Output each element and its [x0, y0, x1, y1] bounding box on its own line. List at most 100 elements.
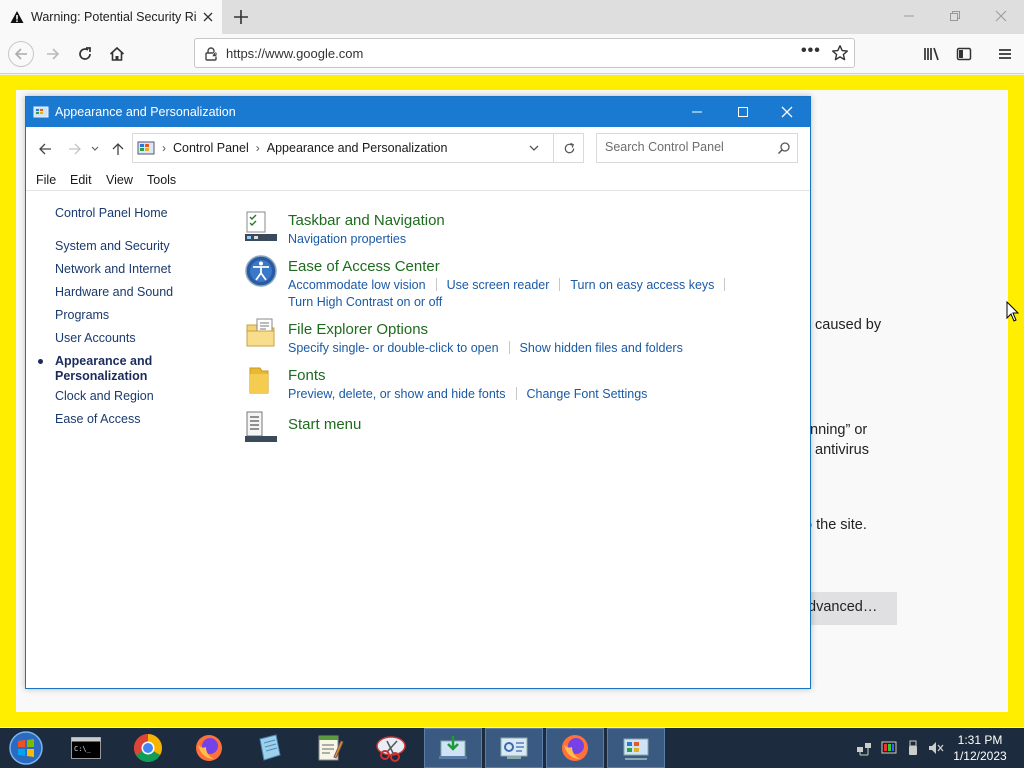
refresh-button[interactable]: [553, 134, 584, 162]
arrow-left-icon: [14, 48, 27, 60]
network-icon[interactable]: [856, 740, 872, 756]
nav-user-accounts[interactable]: User Accounts: [55, 331, 136, 346]
taskbar-chrome[interactable]: [119, 728, 177, 768]
link-navigation-properties[interactable]: Navigation properties: [288, 232, 406, 246]
link-easy-access-keys[interactable]: Turn on easy access keys: [570, 278, 714, 292]
url-bar[interactable]: https://www.google.com •••: [194, 38, 855, 68]
control-panel-window: Appearance and Personalization › Control…: [25, 96, 811, 689]
taskbar-cmd[interactable]: C:\_: [57, 728, 115, 768]
category-links: Preview, delete, or show and hide fonts C…: [288, 386, 788, 403]
menu-tools[interactable]: Tools: [147, 173, 176, 187]
chevron-down-icon: [91, 146, 99, 151]
search-input[interactable]: [605, 140, 765, 154]
forward-button[interactable]: [41, 42, 65, 66]
nav-appearance-line2[interactable]: Personalization: [55, 369, 147, 384]
library-button[interactable]: [920, 42, 944, 66]
start-button-icon[interactable]: [6, 730, 46, 766]
advanced-button[interactable]: dvanced…: [796, 592, 897, 625]
nav-network-internet[interactable]: Network and Internet: [55, 262, 171, 277]
new-tab-button[interactable]: [228, 5, 254, 29]
nav-system-security[interactable]: System and Security: [55, 239, 170, 254]
breadcrumb-separator-icon[interactable]: ›: [162, 141, 166, 155]
link-change-font-settings[interactable]: Change Font Settings: [527, 387, 648, 401]
bookmark-star-icon[interactable]: [831, 44, 849, 62]
link-screen-reader[interactable]: Use screen reader: [447, 278, 550, 292]
window-titlebar[interactable]: Appearance and Personalization: [26, 97, 810, 127]
nav-hardware-sound[interactable]: Hardware and Sound: [55, 285, 173, 300]
category-title[interactable]: File Explorer Options: [288, 321, 428, 338]
chevron-down-icon[interactable]: [527, 141, 541, 155]
control-panel-icon: [137, 141, 155, 155]
nav-programs[interactable]: Programs: [55, 308, 109, 323]
link-show-hidden-files[interactable]: Show hidden files and folders: [520, 341, 683, 355]
link-preview-fonts[interactable]: Preview, delete, or show and hide fonts: [288, 387, 506, 401]
home-button[interactable]: [105, 42, 129, 66]
taskbar-firefox-active[interactable]: [546, 728, 604, 768]
category-title[interactable]: Fonts: [288, 367, 326, 384]
taskbar-snipping-tool[interactable]: [362, 728, 420, 768]
address-bar[interactable]: › Control Panel › Appearance and Persona…: [132, 133, 584, 163]
breadcrumb-separator-icon[interactable]: ›: [256, 141, 260, 155]
close-tab-icon[interactable]: [200, 9, 216, 25]
category-title[interactable]: Start menu: [288, 416, 361, 433]
taskbar-downloader[interactable]: [424, 728, 482, 768]
recent-locations-button[interactable]: [90, 141, 100, 157]
system-clock[interactable]: 1:31 PM 1/12/2023: [946, 732, 1014, 764]
breadcrumb-appearance[interactable]: Appearance and Personalization: [267, 141, 448, 155]
menu-button[interactable]: [993, 42, 1017, 66]
close-button[interactable]: [764, 97, 810, 127]
taskbar-firefox[interactable]: [180, 728, 238, 768]
home-icon: [109, 46, 125, 61]
link-separator: [724, 278, 726, 291]
minimize-button[interactable]: [674, 97, 720, 127]
display-color-icon[interactable]: [881, 740, 897, 756]
taskbar: C:\_ 1:31 PM 1/12/2023: [0, 728, 1024, 768]
page-actions-icon[interactable]: •••: [801, 43, 821, 61]
browser-minimize-button[interactable]: [899, 6, 919, 26]
folder-options-icon: [246, 318, 275, 347]
maximize-button[interactable]: [720, 97, 766, 127]
browser-restore-button[interactable]: [945, 6, 965, 26]
breadcrumb-control-panel[interactable]: Control Panel: [173, 141, 249, 155]
nav-control-panel-home[interactable]: Control Panel Home: [55, 206, 168, 221]
menu-file[interactable]: File: [36, 173, 56, 187]
usb-device-icon[interactable]: [905, 740, 921, 756]
taskbar-settings-app[interactable]: [485, 728, 543, 768]
link-high-contrast[interactable]: Turn High Contrast on or off: [288, 295, 442, 309]
up-button[interactable]: [110, 141, 126, 157]
clock-time: 1:31 PM: [957, 733, 1003, 747]
search-icon[interactable]: [777, 141, 791, 155]
menu-view[interactable]: View: [106, 173, 133, 187]
close-icon: [781, 106, 793, 118]
clock-date: 1/12/2023: [953, 749, 1007, 763]
insecure-lock-icon[interactable]: [203, 46, 219, 62]
arrow-right-icon: [69, 143, 81, 155]
link-separator: [559, 278, 561, 291]
nav-appearance-line1[interactable]: Appearance and: [55, 354, 152, 369]
address-row: › Control Panel › Appearance and Persona…: [26, 127, 810, 171]
nav-clock-region[interactable]: Clock and Region: [55, 389, 154, 404]
category-title[interactable]: Taskbar and Navigation: [288, 212, 445, 229]
taskbar-notepad[interactable]: [240, 728, 298, 768]
back-button[interactable]: [8, 41, 34, 67]
reload-button[interactable]: [73, 42, 97, 66]
browser-close-button[interactable]: [991, 6, 1011, 26]
command-prompt-icon: C:\_: [71, 737, 101, 759]
link-single-double-click[interactable]: Specify single- or double-click to open: [288, 341, 499, 355]
warning-icon: [10, 11, 24, 23]
menu-bar: File Edit View Tools: [26, 171, 810, 191]
link-accommodate-low-vision[interactable]: Accommodate low vision: [288, 278, 426, 292]
back-button[interactable]: [37, 141, 53, 157]
taskbar-icon: [245, 211, 277, 241]
nav-ease-of-access[interactable]: Ease of Access: [55, 412, 140, 427]
taskbar-control-panel[interactable]: [607, 728, 665, 768]
reload-icon: [79, 47, 91, 60]
taskbar-text-editor[interactable]: [300, 728, 358, 768]
menu-edit[interactable]: Edit: [70, 173, 92, 187]
category-title[interactable]: Ease of Access Center: [288, 258, 440, 275]
volume-muted-icon[interactable]: [928, 740, 944, 756]
forward-button[interactable]: [67, 141, 83, 157]
browser-tab[interactable]: Warning: Potential Security Risk Ahead: [0, 0, 222, 34]
sidebar-button[interactable]: [952, 42, 976, 66]
search-box[interactable]: [596, 133, 798, 163]
